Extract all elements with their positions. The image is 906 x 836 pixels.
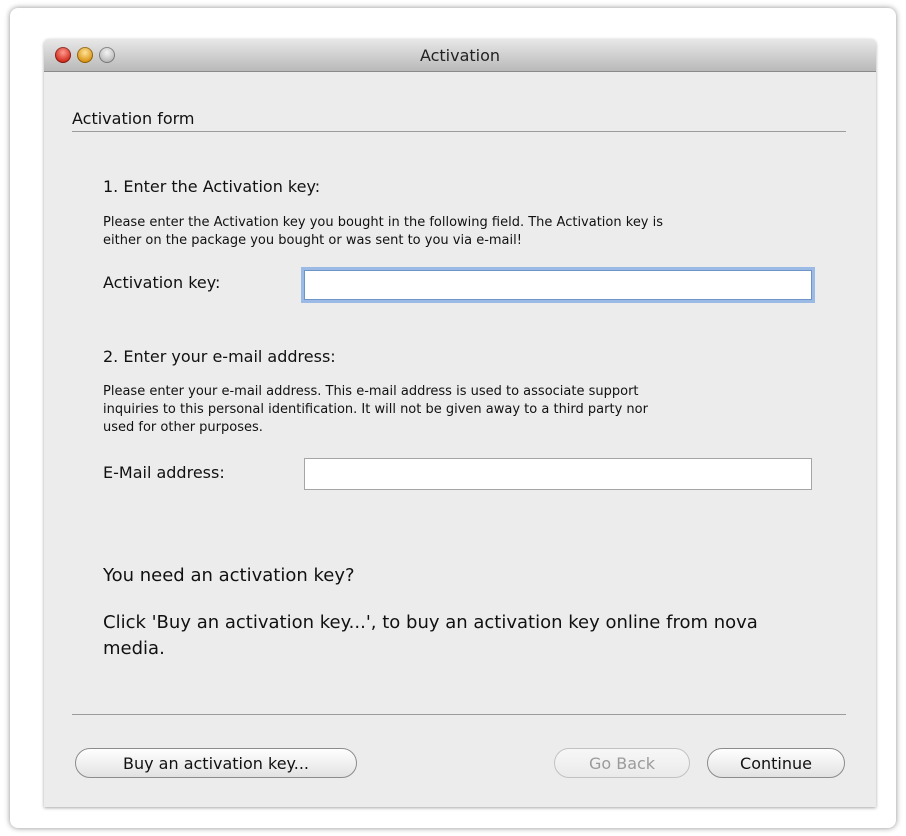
continue-button[interactable]: Continue: [707, 748, 845, 778]
activation-key-description-line1: Please enter the Activation key you boug…: [103, 215, 664, 230]
title-bar[interactable]: Activation: [44, 39, 876, 72]
email-description-line1: Please enter your e-mail address. This e…: [103, 384, 639, 399]
email-description-line2: inquiries to this personal identificatio…: [103, 402, 648, 417]
buy-hint-line2: media.: [103, 638, 165, 659]
email-label: E-Mail address:: [103, 463, 225, 482]
activation-window: Activation Activation form 1. Enter the …: [44, 39, 876, 807]
activation-key-input[interactable]: [304, 270, 812, 300]
activation-key-question: You need an activation key?: [103, 565, 355, 586]
go-back-button[interactable]: Go Back: [554, 748, 690, 778]
activation-key-description-line2: either on the package you bought or was …: [103, 233, 522, 248]
bottom-divider: [72, 714, 846, 715]
email-heading: 2. Enter your e-mail address:: [103, 347, 336, 366]
email-description-line3: used for other purposes.: [103, 420, 263, 435]
section-title: Activation form: [72, 109, 195, 128]
window-title: Activation: [419, 46, 501, 65]
buy-activation-key-button[interactable]: Buy an activation key...: [75, 748, 357, 778]
activation-key-label: Activation key:: [103, 273, 221, 292]
email-input[interactable]: [304, 458, 812, 490]
buy-hint-line1: Click 'Buy an activation key...', to buy…: [103, 612, 758, 633]
section-divider: [72, 131, 846, 132]
activation-key-heading: 1. Enter the Activation key:: [103, 177, 321, 196]
